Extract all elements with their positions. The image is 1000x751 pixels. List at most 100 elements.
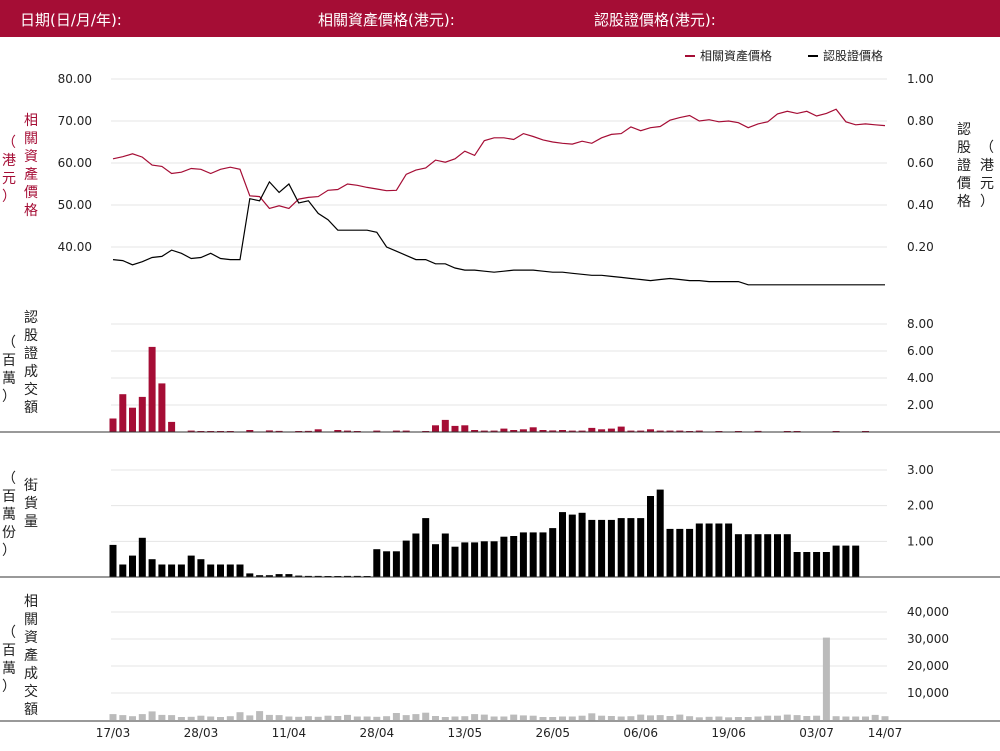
bar [138, 537, 146, 577]
bar [129, 716, 136, 720]
tick-label: 2.00 [907, 499, 934, 513]
bar [813, 552, 821, 577]
axis-label: 相 [24, 594, 38, 610]
bar [119, 564, 127, 577]
bar [187, 555, 195, 577]
left-axis-unit: ） [2, 189, 16, 205]
bar [471, 714, 479, 720]
left-axis-label: 資 [24, 149, 38, 165]
x-tick-label: 11/04 [272, 726, 307, 740]
bar [148, 711, 156, 720]
bar [637, 518, 645, 577]
bar [686, 716, 694, 720]
bar [138, 396, 146, 432]
bar [774, 534, 781, 577]
bar [793, 715, 801, 720]
bar [695, 523, 703, 577]
axis-label: 額 [24, 702, 38, 718]
bar [705, 716, 713, 720]
bar [344, 714, 351, 720]
bar [588, 713, 596, 721]
x-tick-label: 03/07 [799, 726, 834, 740]
bar [705, 523, 713, 577]
bar [764, 715, 772, 720]
bar [480, 714, 488, 720]
bar [256, 711, 264, 720]
bar [500, 536, 508, 577]
bar [158, 383, 166, 432]
axis-unit: ） [2, 679, 16, 695]
tick-label: 8.00 [907, 317, 934, 331]
bar [774, 715, 781, 720]
bar [559, 716, 566, 720]
axis-unit: 百 [2, 643, 16, 659]
bar [881, 716, 889, 720]
tick-label: 20,000 [907, 659, 949, 673]
bar [402, 540, 410, 577]
tick-label: 40,000 [907, 605, 949, 619]
bar [559, 512, 566, 577]
bar [461, 716, 469, 720]
tick-label: 30,000 [907, 632, 949, 646]
bar [177, 564, 185, 577]
x-tick-label: 14/07 [868, 726, 903, 740]
bar [461, 542, 469, 577]
price-panel: 80.00 70.00 60.00 50.00 40.00 1.00 0.80 0.60 0.4… [2, 48, 994, 286]
tick-label: 2.00 [907, 398, 934, 412]
bar [158, 564, 166, 577]
right-axis-unit: ） [980, 194, 994, 210]
bar [607, 519, 615, 577]
legend-warrant-label: 認股證價格 [823, 48, 883, 63]
bar [744, 717, 752, 720]
bar [451, 425, 459, 432]
bar [607, 428, 615, 432]
bar [314, 716, 322, 720]
bar [783, 714, 791, 720]
left-tick-label: 50.00 [58, 198, 92, 212]
bar [432, 544, 439, 577]
bar [862, 716, 869, 720]
tick-label: 1.00 [907, 534, 934, 548]
bar [490, 541, 498, 577]
axis-label: 證 [24, 345, 38, 362]
right-axis-label: 格 [957, 194, 971, 210]
axis-label: 交 [24, 683, 38, 700]
bar [617, 716, 625, 720]
bar [373, 549, 381, 577]
bar [764, 534, 772, 577]
left-tick-label: 60.00 [58, 156, 92, 170]
bar [412, 533, 420, 577]
bar [519, 715, 527, 720]
bar [295, 716, 303, 720]
bar [304, 716, 312, 720]
left-tick-label: 80.00 [58, 72, 92, 86]
x-tick-label: 17/03 [96, 726, 131, 740]
underlying-price-line [112, 108, 886, 210]
bar [490, 716, 498, 720]
chart-area: 80.00 70.00 60.00 50.00 40.00 1.00 0.80 0.60 0.4… [0, 48, 1000, 740]
axis-label: 關 [24, 612, 38, 628]
bar [744, 534, 752, 577]
left-axis-label: 產 [24, 166, 38, 183]
bar [402, 715, 410, 720]
axis-label: 資 [24, 630, 38, 646]
bar [519, 532, 527, 577]
bar [207, 564, 215, 577]
bar [510, 536, 518, 577]
axis-unit: （ [2, 335, 16, 351]
axis-unit: 萬 [2, 661, 16, 677]
tick-label: 10,000 [907, 686, 949, 700]
bar [451, 546, 459, 577]
axis-label: 量 [24, 514, 38, 530]
x-tick-label: 28/04 [360, 726, 395, 740]
outstanding-panel: 3.00 2.00 1.00 （ 百萬份 ） 街貨量 [2, 463, 934, 577]
bar [109, 714, 117, 720]
tick-label: 4.00 [907, 371, 934, 385]
bar [217, 564, 224, 577]
bar [275, 715, 283, 720]
bar [236, 712, 244, 720]
axis-unit: 萬 [2, 507, 16, 523]
left-tick-label: 70.00 [58, 114, 92, 128]
bar [217, 717, 224, 720]
bar [246, 715, 254, 720]
